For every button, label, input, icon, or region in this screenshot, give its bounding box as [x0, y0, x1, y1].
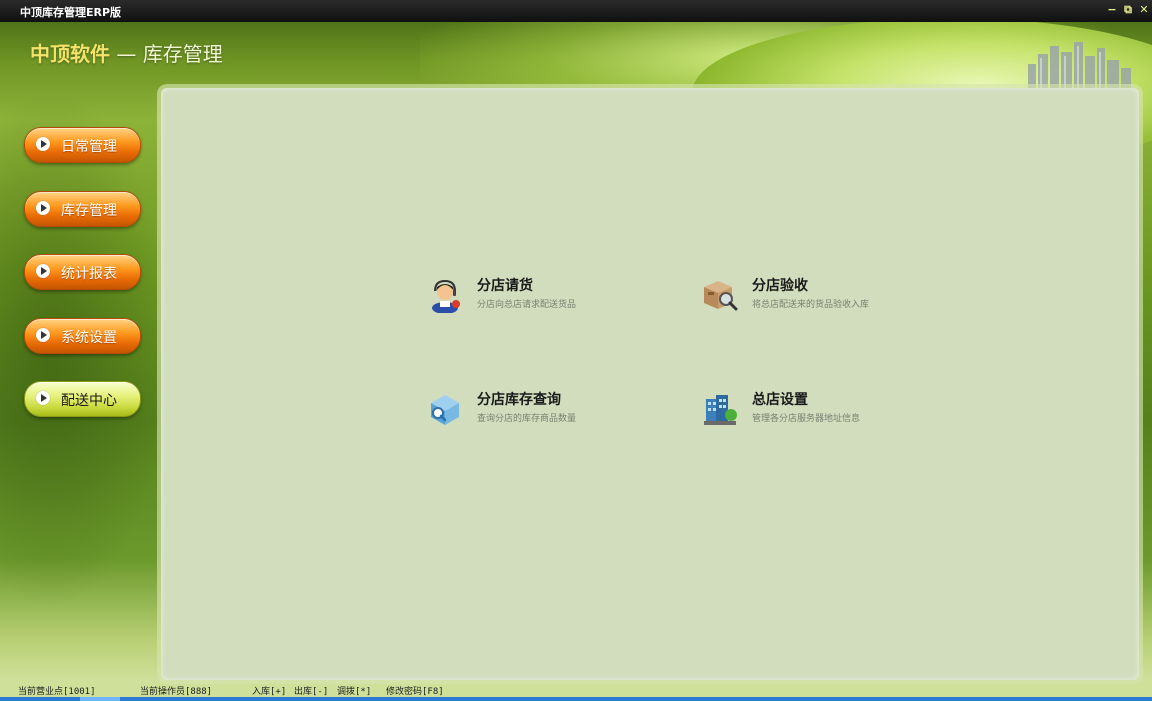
feature-title: 分店库存查询: [477, 392, 561, 408]
restore-button[interactable]: ⧉: [1121, 3, 1135, 17]
brand-separator: —: [116, 42, 137, 66]
feature-description: 分店向总店请求配送货品: [477, 300, 577, 310]
nav-statistics-reports-button[interactable]: 统计报表: [24, 254, 141, 290]
title-bar: 中顶库存管理ERP版 − ⧉ ✕: [0, 0, 1152, 22]
taskbar-highlight: [80, 697, 120, 701]
feature-branch-acceptance[interactable]: 分店验收 将总店配送来的货品验收入库: [702, 275, 952, 319]
minimize-button[interactable]: −: [1105, 3, 1119, 17]
app-window: 中顶库存管理ERP版 − ⧉ ✕ 中顶软件 — 库存管理 日常管理 库存管理 统…: [0, 0, 1152, 701]
status-current-operator: 当前操作员[888]: [140, 687, 213, 697]
feature-head-office-settings[interactable]: 总店设置 管理各分店服务器地址信息: [702, 389, 952, 433]
nav-label: 统计报表: [61, 266, 117, 282]
close-button[interactable]: ✕: [1137, 3, 1151, 17]
nav-label: 日常管理: [61, 139, 117, 155]
box-inspect-icon: [704, 281, 738, 311]
play-icon: [36, 264, 50, 278]
taskbar-edge: [0, 697, 1152, 701]
nav-distribution-center-button[interactable]: 配送中心: [24, 381, 141, 417]
main-panel: 分店请货 分店向总店请求配送货品 分店验收 将总店配送来的货品验收入库 分店库存…: [161, 88, 1139, 680]
feature-branch-inventory-query[interactable]: 分店库存查询 查询分店的库存商品数量: [427, 389, 677, 433]
feature-description: 查询分店的库存商品数量: [477, 414, 577, 424]
feature-description: 将总店配送来的货品验收入库: [752, 300, 870, 310]
nav-label: 系统设置: [61, 330, 117, 346]
play-icon: [36, 137, 50, 151]
play-icon: [36, 391, 50, 405]
nav-system-settings-button[interactable]: 系统设置: [24, 318, 141, 354]
operator-icon: [432, 279, 460, 313]
shortcut-transfer[interactable]: 调拨[*]: [337, 684, 371, 697]
feature-branch-request-goods[interactable]: 分店请货 分店向总店请求配送货品: [427, 275, 677, 319]
play-icon: [36, 328, 50, 342]
brand-header: 中顶软件 — 库存管理: [30, 38, 223, 67]
package-search-icon: [431, 395, 459, 425]
shortcut-stock-out[interactable]: 出库[-]: [294, 684, 328, 697]
play-icon: [36, 201, 50, 215]
feature-title: 分店请货: [477, 278, 533, 294]
brand-module: 库存管理: [142, 42, 223, 66]
building-icon: [704, 395, 737, 425]
shortcut-change-password[interactable]: 修改密码[F8]: [386, 684, 444, 697]
feature-description: 管理各分店服务器地址信息: [752, 414, 861, 424]
city-skyline-icon: [1028, 42, 1131, 92]
nav-inventory-management-button[interactable]: 库存管理: [24, 191, 141, 227]
nav-label: 库存管理: [61, 203, 117, 219]
shortcut-stock-in[interactable]: 入库[+]: [252, 684, 286, 697]
nav-label: 配送中心: [61, 393, 117, 409]
nav-daily-management-button[interactable]: 日常管理: [24, 127, 141, 163]
feature-title: 总店设置: [752, 392, 808, 408]
status-current-store: 当前营业点[1001]: [18, 687, 96, 697]
brand-name: 中顶软件: [30, 42, 110, 66]
window-title: 中顶库存管理ERP版: [20, 6, 122, 19]
feature-title: 分店验收: [752, 278, 808, 294]
